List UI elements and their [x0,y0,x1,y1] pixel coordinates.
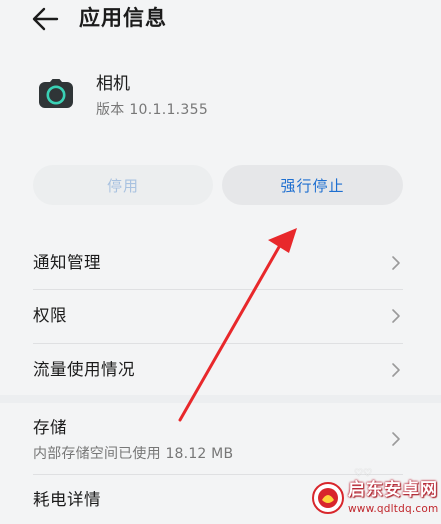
chevron-right-icon [392,432,400,446]
settings-item-notifications[interactable]: 通知管理 [0,238,441,288]
section-divider [0,395,441,403]
app-name: 相机 [96,74,130,94]
arrow-left-icon[interactable] [30,6,60,32]
app-version: 版本 10.1.1.355 [96,102,209,118]
settings-item-data-usage[interactable]: 流量使用情况 [0,344,441,395]
watermark-url: www.qdltdq.com [348,503,439,515]
watermark: 启东安卓网 www.qdltdq.com [308,476,441,524]
watermark-title: 启东安卓网 [348,480,438,500]
storage-usage-text: 内部存储空间已使用 18.12 MB [33,446,234,462]
chevron-right-icon [392,309,400,323]
chevron-right-icon [392,363,400,377]
settings-item-label: 存储 [33,418,67,437]
settings-item-storage[interactable]: 存储 内部存储空间已使用 18.12 MB [0,403,441,473]
app-bar: 应用信息 [0,0,441,44]
chevron-right-icon [392,256,400,270]
force-stop-button[interactable]: 强行停止 [222,165,403,205]
qidong-logo-icon [312,482,344,514]
settings-item-label: 通知管理 [33,253,101,272]
camera-icon [39,79,73,108]
settings-item-label: 权限 [33,306,67,325]
settings-item-permissions[interactable]: 权限 [0,290,441,342]
settings-item-label: 流量使用情况 [33,360,135,379]
settings-item-label: 耗电详情 [33,490,101,509]
page-title: 应用信息 [79,6,167,30]
disable-button[interactable]: 停用 [33,165,213,205]
